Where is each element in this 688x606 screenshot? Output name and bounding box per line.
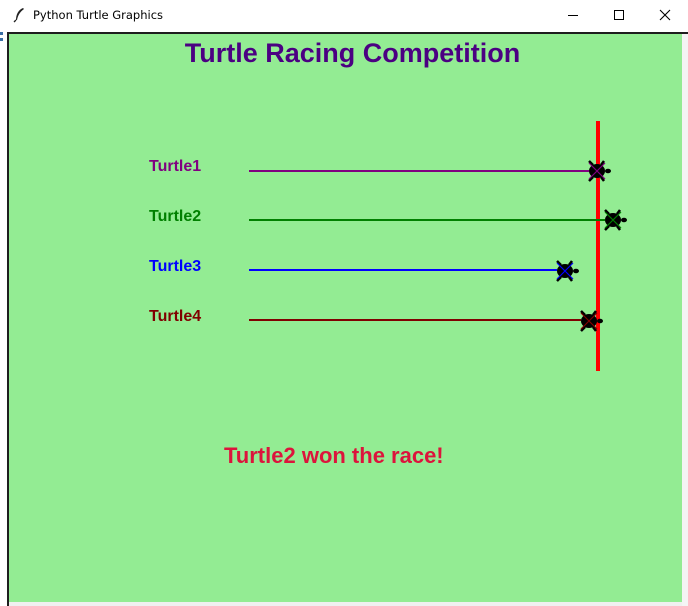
- window-title: Python Turtle Graphics: [33, 8, 164, 22]
- close-button[interactable]: [642, 0, 688, 30]
- minimize-icon: [568, 15, 578, 16]
- frame-edge-mark: [0, 32, 3, 41]
- race-result-text: Turtle2 won the race!: [224, 443, 444, 468]
- turtle-canvas[interactable]: Turtle Racing Competition Turtle1 Turtle…: [9, 34, 682, 602]
- maximize-icon: [614, 10, 624, 20]
- window-frame-bottom: [9, 602, 682, 606]
- minimize-button[interactable]: [550, 0, 596, 30]
- feather-icon: [13, 8, 24, 23]
- race-track: [249, 121, 627, 371]
- window-titlebar[interactable]: Python Turtle Graphics: [0, 0, 688, 30]
- turtle2-icon: [604, 209, 627, 231]
- window-frame-right: [682, 34, 688, 606]
- maximize-button[interactable]: [596, 0, 642, 30]
- turtle3-icon: [556, 260, 579, 282]
- close-icon: [659, 9, 671, 21]
